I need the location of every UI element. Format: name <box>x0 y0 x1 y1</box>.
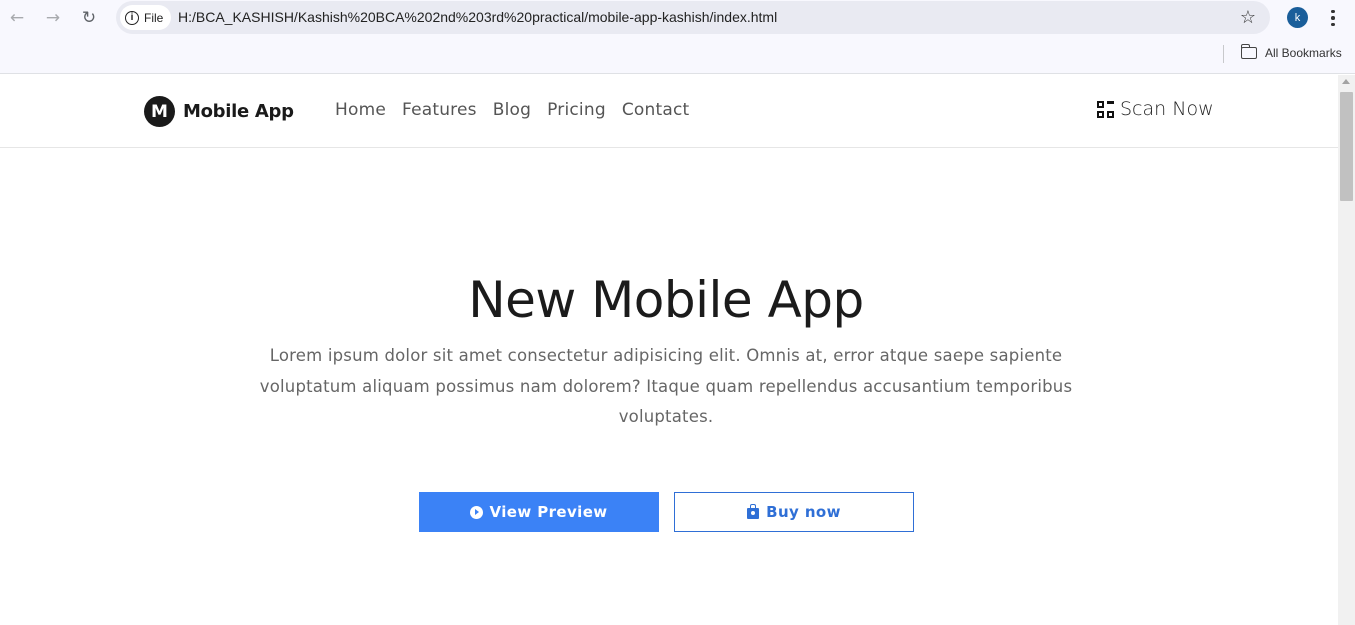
forward-button[interactable]: → <box>41 6 65 30</box>
qr-code-icon <box>1097 100 1114 118</box>
page-viewport: M Mobile App Home Features Blog Pricing … <box>0 75 1338 625</box>
view-preview-button[interactable]: View Preview <box>419 492 659 532</box>
page-scrollbar[interactable] <box>1338 75 1355 625</box>
buy-now-button[interactable]: Buy now <box>674 492 914 532</box>
scrollbar-thumb[interactable] <box>1340 92 1353 201</box>
folder-icon <box>1240 44 1257 59</box>
buy-now-label: Buy now <box>766 503 841 521</box>
back-arrow-icon: ← <box>9 8 25 28</box>
nav-link-blog[interactable]: Blog <box>493 100 531 120</box>
scan-now-link[interactable]: Scan Now <box>1097 98 1214 120</box>
back-button[interactable]: ← <box>5 6 29 30</box>
site-info-chip[interactable]: i File <box>120 5 172 30</box>
info-icon: i <box>125 10 139 25</box>
nav-link-contact[interactable]: Contact <box>622 100 690 120</box>
scheme-label: File <box>144 10 164 25</box>
brand-name: Mobile App <box>183 101 294 122</box>
scroll-up-arrow-icon[interactable] <box>1342 79 1350 84</box>
scan-now-label: Scan Now <box>1120 98 1214 120</box>
site-header: M Mobile App Home Features Blog Pricing … <box>0 75 1338 148</box>
forward-arrow-icon: → <box>45 8 61 28</box>
shopping-bag-icon <box>747 503 760 519</box>
brand-logo-icon: M <box>144 96 175 127</box>
browser-toolbar: ← → ↻ i File H:/BCA_KASHISH/Kashish%20BC… <box>0 0 1355 36</box>
browser-menu-icon[interactable] <box>1325 6 1341 30</box>
url-text[interactable]: H:/BCA_KASHISH/Kashish%20BCA%202nd%203rd… <box>178 9 777 25</box>
main-nav: Home Features Blog Pricing Contact <box>335 100 689 120</box>
reload-button[interactable]: ↻ <box>77 6 101 30</box>
hero-title: New Mobile App <box>468 271 864 329</box>
nav-link-pricing[interactable]: Pricing <box>547 100 606 120</box>
play-circle-icon <box>470 505 484 519</box>
brand-logo-link[interactable]: M Mobile App <box>144 96 294 127</box>
all-bookmarks-label: All Bookmarks <box>1265 46 1342 60</box>
nav-link-features[interactable]: Features <box>402 100 477 120</box>
all-bookmarks-button[interactable]: All Bookmarks <box>1240 44 1342 60</box>
hero-description: Lorem ipsum dolor sit amet consectetur a… <box>259 346 1073 426</box>
bookmark-star-icon[interactable]: ☆ <box>1240 7 1256 28</box>
reload-icon: ↻ <box>81 8 97 28</box>
address-bar[interactable]: i File H:/BCA_KASHISH/Kashish%20BCA%202n… <box>116 1 1270 34</box>
bookmarks-bar: All Bookmarks <box>0 36 1355 74</box>
bookmarks-divider <box>1223 45 1224 63</box>
profile-avatar[interactable]: k <box>1287 7 1308 28</box>
view-preview-label: View Preview <box>489 503 608 521</box>
nav-link-home[interactable]: Home <box>335 100 386 120</box>
